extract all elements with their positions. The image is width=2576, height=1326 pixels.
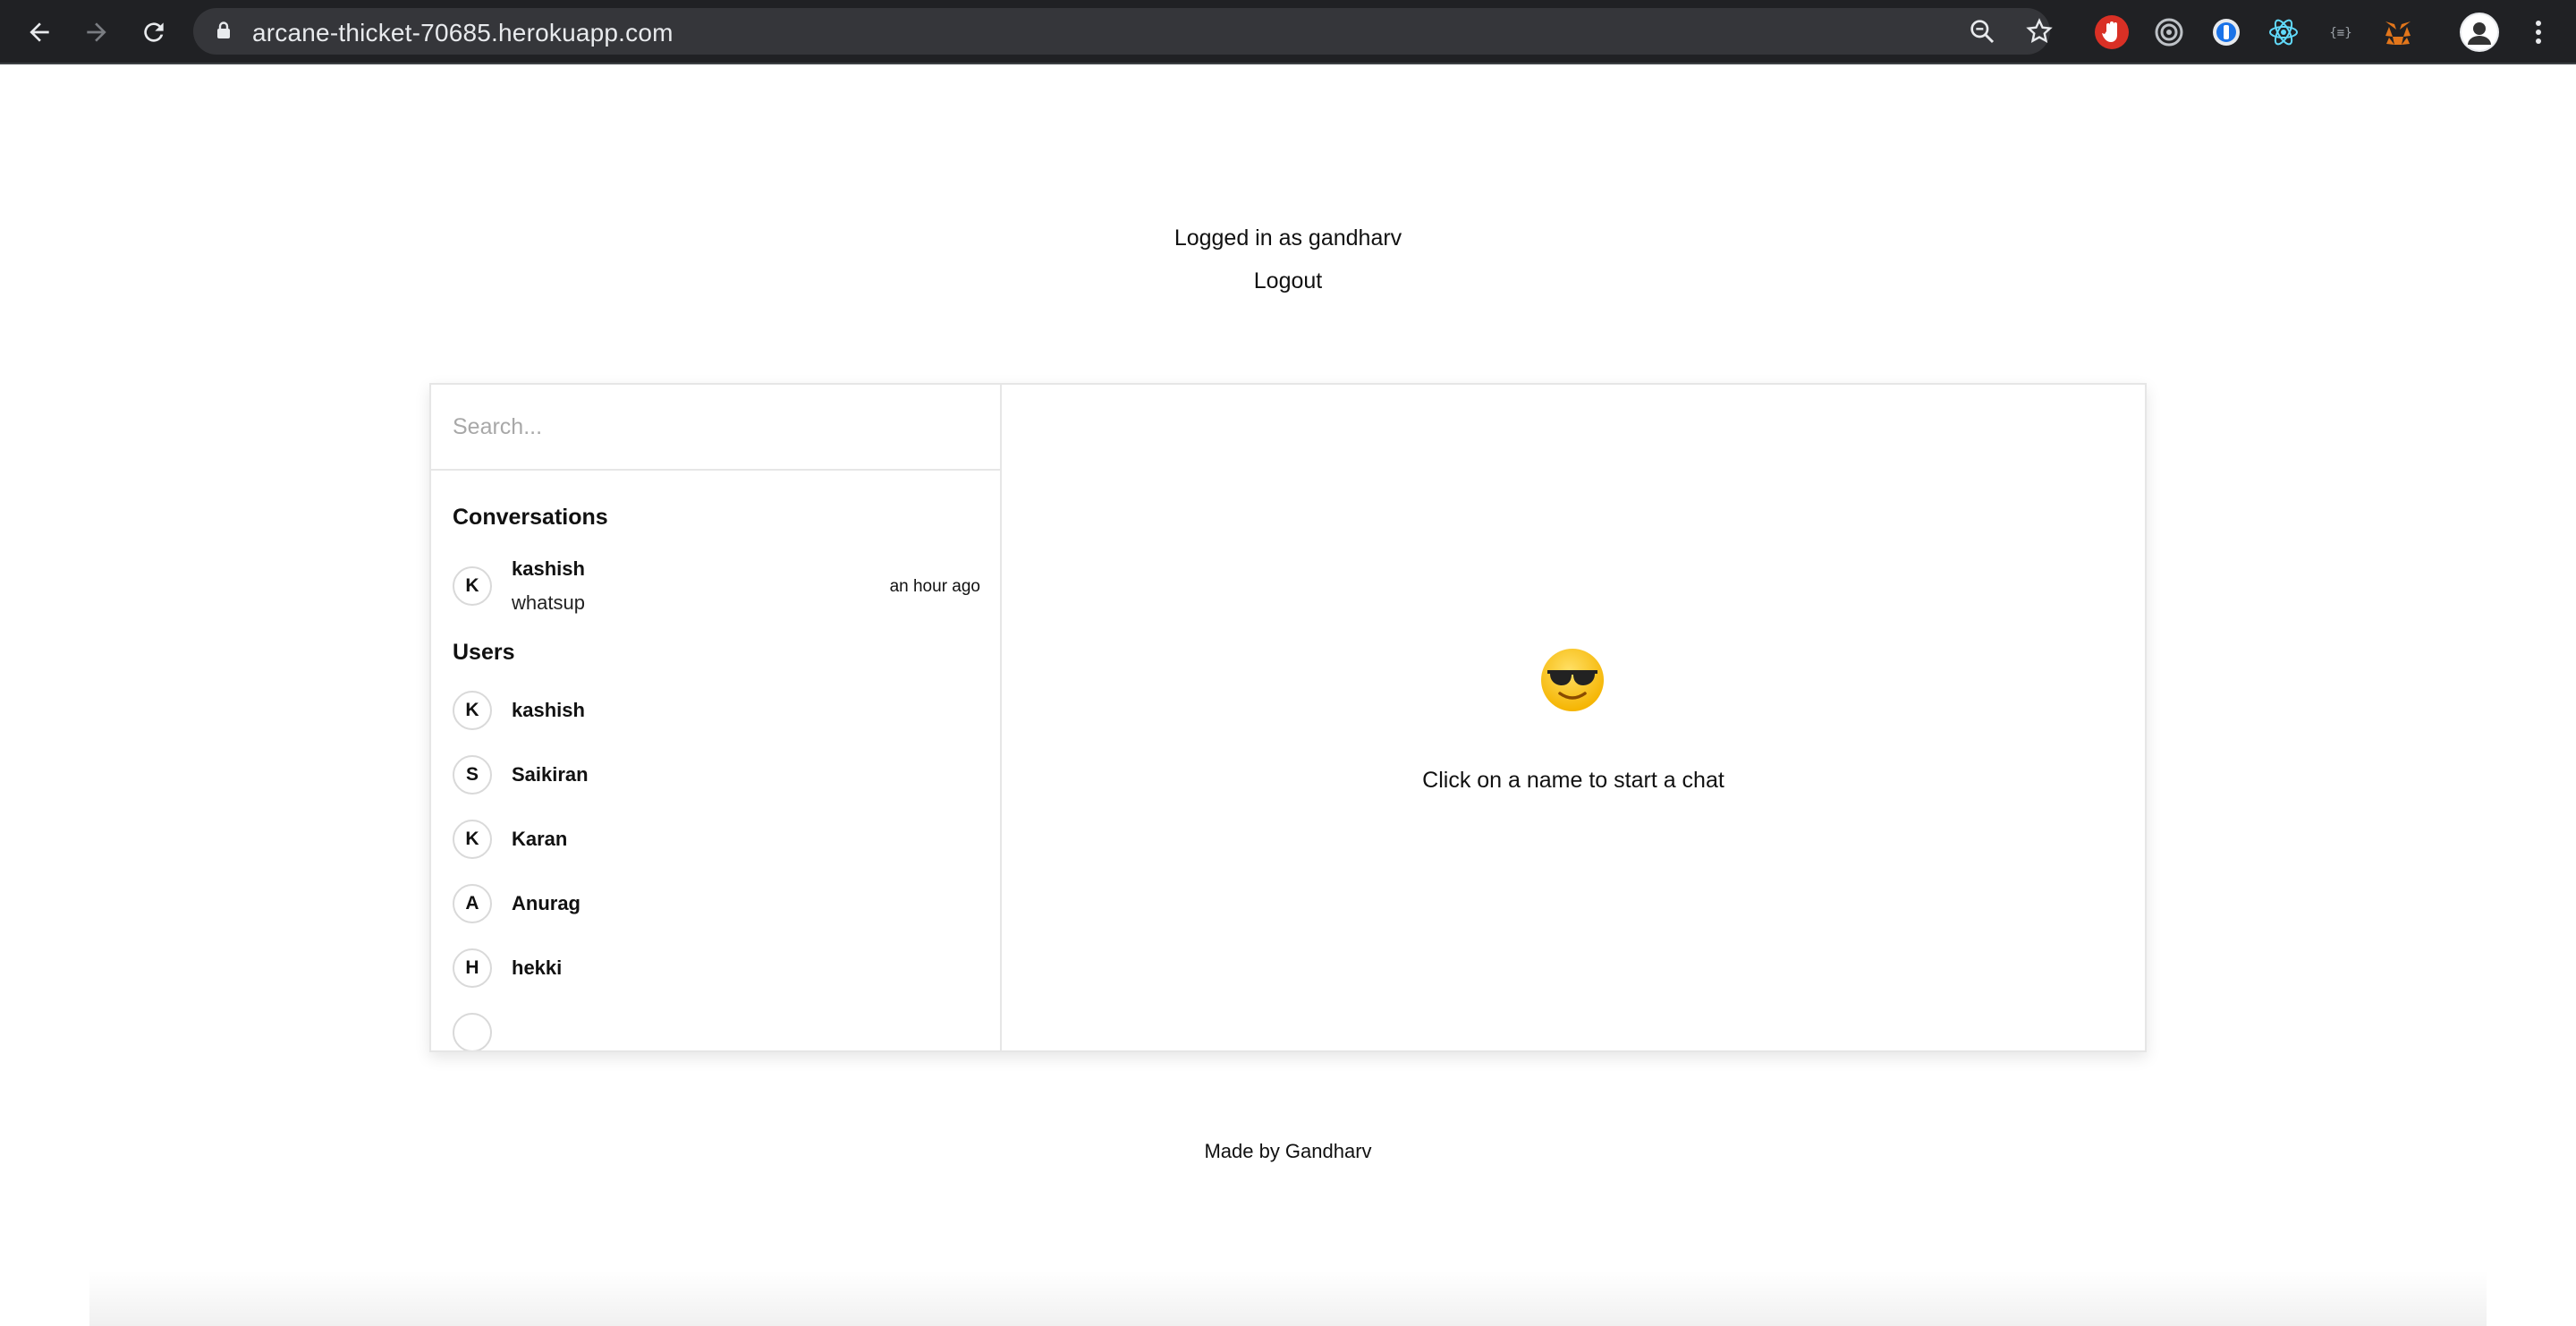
address-bar[interactable]: arcane-thicket-70685.herokuapp.com — [193, 8, 2053, 55]
metamask-icon[interactable] — [2381, 15, 2415, 49]
adblock-extension-icon[interactable] — [2095, 15, 2129, 49]
sidebar: Conversations K kashish whatsup an hour … — [431, 385, 1002, 1050]
user-name: Karan — [512, 828, 568, 850]
sunglasses-emoji-icon — [1541, 649, 1604, 711]
user-item-karan[interactable]: K Karan — [431, 807, 1000, 871]
avatar: A — [453, 884, 492, 923]
logout-button[interactable]: Logout — [1254, 263, 1322, 299]
forward-icon — [87, 22, 106, 42]
react-devtools-icon[interactable] — [2267, 15, 2301, 49]
search-input[interactable] — [431, 385, 1000, 469]
user-name: hekki — [512, 956, 563, 979]
avatar: K — [453, 691, 492, 730]
user-status: Logged in as gandharv Logout — [0, 220, 2576, 299]
user-name: kashish — [512, 699, 585, 721]
conversation-item[interactable]: K kashish whatsup an hour ago — [431, 552, 1000, 620]
reload-button[interactable] — [134, 13, 174, 52]
user-name: Saikiran — [512, 763, 589, 786]
conversations-heading: Conversations — [453, 505, 608, 530]
back-button[interactable] — [20, 13, 59, 52]
user-item-anurag[interactable]: A Anurag — [431, 871, 1000, 936]
user-name: Anurag — [512, 892, 580, 914]
lock-icon — [217, 21, 230, 38]
hand-icon — [2102, 21, 2117, 42]
search-box — [431, 385, 1000, 471]
zoom-icon[interactable] — [1968, 17, 1996, 46]
avatar: H — [453, 948, 492, 988]
chat-panel: Conversations K kashish whatsup an hour … — [429, 383, 2147, 1052]
avatar: K — [453, 820, 492, 859]
footer-credit: Made by Gandharv — [1204, 1140, 1372, 1162]
user-item-saikiran[interactable]: S Saikiran — [431, 743, 1000, 807]
menu-icon — [2536, 21, 2541, 44]
conversation-time: an hour ago — [889, 577, 980, 596]
user-item-partial[interactable] — [431, 1000, 1000, 1050]
avatar: S — [453, 755, 492, 795]
conversation-text: kashish whatsup — [512, 557, 585, 615]
svg-text:{≡}: {≡} — [2329, 26, 2351, 40]
browser-menu-button[interactable] — [2519, 13, 2558, 52]
avatar — [453, 1013, 492, 1050]
avatar: K — [453, 566, 492, 606]
user-item-hekki[interactable]: H hekki — [431, 936, 1000, 1000]
reload-icon — [144, 22, 164, 42]
url-text: arcane-thicket-70685.herokuapp.com — [252, 19, 674, 47]
users-heading: Users — [453, 640, 515, 665]
bottom-shadow — [89, 1271, 2487, 1326]
user-item-kashish[interactable]: K kashish — [431, 678, 1000, 743]
logged-in-text: Logged in as gandharv — [1174, 225, 1402, 251]
browser-toolbar: arcane-thicket-70685.herokuapp.com {≡} — [0, 0, 2576, 64]
target-extension-icon[interactable] — [2152, 15, 2186, 49]
back-icon — [30, 22, 49, 42]
forward-button[interactable] — [77, 13, 116, 52]
json-extension-icon[interactable]: {≡} — [2324, 15, 2358, 49]
password-extension-icon[interactable] — [2209, 15, 2243, 49]
chat-area: Click on a name to start a chat — [1002, 385, 2145, 1050]
conversation-name: kashish — [512, 557, 585, 580]
start-chat-hint: Click on a name to start a chat — [1422, 768, 1724, 793]
conversation-last-message: whatsup — [512, 591, 585, 614]
star-icon[interactable] — [2025, 17, 2054, 46]
user-list: K kashish S Saikiran K Karan A Anurag H … — [431, 678, 1000, 1050]
profile-avatar[interactable] — [2460, 13, 2499, 52]
